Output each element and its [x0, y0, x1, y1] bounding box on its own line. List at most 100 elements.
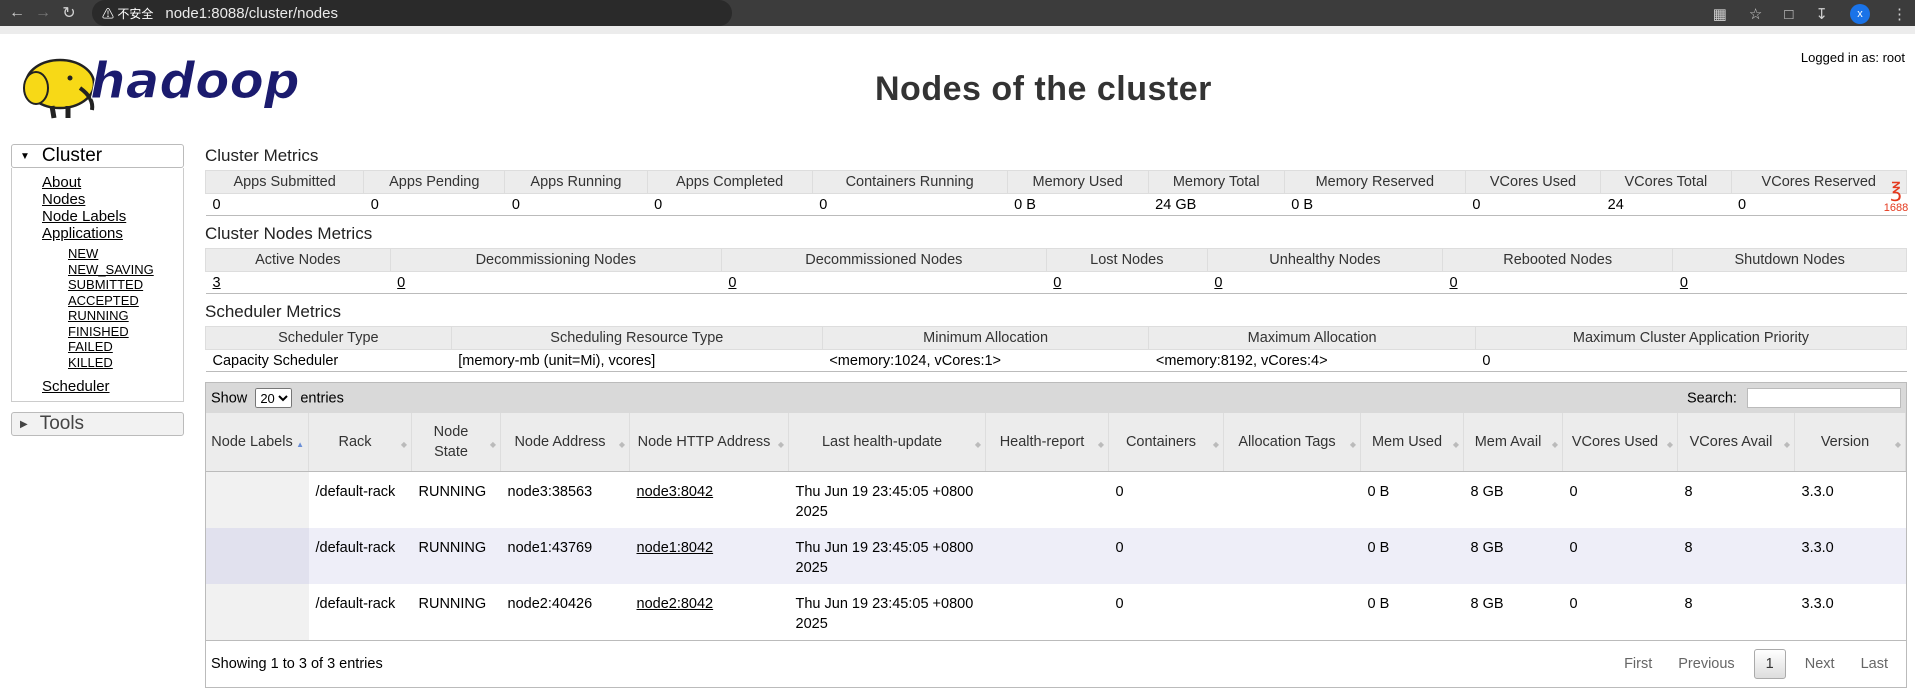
back-icon[interactable]: ← — [4, 4, 30, 22]
sort-icon: ◆ — [1551, 440, 1558, 449]
rebooted-nodes-link[interactable]: 0 — [1449, 275, 1457, 291]
scheduler-metrics-table: Scheduler Type Scheduling Resource Type … — [205, 326, 1908, 372]
tools-section-header[interactable]: ▶ Tools — [11, 412, 184, 436]
metric-value: 24 GB — [1148, 193, 1285, 216]
column-header-rack[interactable]: Rack ◆ — [308, 413, 412, 472]
pager-next[interactable]: Next — [1792, 650, 1848, 678]
pager-previous[interactable]: Previous — [1665, 650, 1747, 678]
sort-asc-icon: ▲ — [296, 440, 304, 449]
app-state-running[interactable]: RUNNING — [68, 308, 183, 324]
node-http-link[interactable]: node3:8042 — [637, 484, 714, 500]
sort-icon: ◆ — [1212, 440, 1219, 449]
lost-nodes-link[interactable]: 0 — [1053, 275, 1061, 291]
app-state-new-saving[interactable]: NEW_SAVING — [68, 262, 183, 278]
metric-header: Unhealthy Nodes — [1206, 248, 1443, 272]
app-state-accepted[interactable]: ACCEPTED — [68, 293, 183, 309]
column-header-node-address[interactable]: Node Address ◆ — [500, 413, 630, 472]
app-state-killed[interactable]: KILLED — [68, 355, 183, 371]
sort-icon: ◆ — [618, 440, 625, 449]
reload-icon[interactable]: ↻ — [56, 3, 82, 23]
column-header-vcores-avail[interactable]: VCores Avail ◆ — [1677, 413, 1795, 472]
cluster-section-header[interactable]: ▼ Cluster — [11, 144, 184, 168]
decommissioned-nodes-link[interactable]: 0 — [728, 275, 736, 291]
column-header-containers[interactable]: Containers ◆ — [1108, 413, 1224, 472]
triangle-down-icon: ▼ — [20, 150, 30, 162]
cluster-metrics-title: Cluster Metrics — [205, 146, 319, 165]
metric-header: Active Nodes — [205, 248, 391, 272]
nodes-datatable: Show 20 entries Search: Node Labels ▲ Rac… — [205, 382, 1907, 688]
column-header-allocation-tags[interactable]: Allocation Tags ◆ — [1223, 413, 1361, 472]
node-http-link[interactable]: node1:8042 — [637, 540, 714, 556]
logo-wordmark: hadoop — [90, 52, 300, 110]
column-header-node-state[interactable]: Node State ◆ — [411, 413, 501, 472]
pager-page-1[interactable]: 1 — [1753, 649, 1786, 679]
app-state-submitted[interactable]: SUBMITTED — [68, 277, 183, 293]
table-row: /default-rack RUNNING node1:43769 node1:… — [206, 528, 1906, 584]
column-header-node-http-address[interactable]: Node HTTP Address ◆ — [629, 413, 789, 472]
search-input[interactable] — [1747, 388, 1901, 408]
sort-icon: ◆ — [489, 440, 496, 449]
triangle-right-icon: ▶ — [20, 418, 28, 430]
hadoop-logo[interactable]: hadoop — [12, 48, 312, 120]
profile-avatar[interactable]: x — [1850, 4, 1870, 24]
page-size-select[interactable]: 20 — [255, 388, 293, 408]
metric-header: Scheduling Resource Type — [450, 326, 823, 350]
page-title: Nodes of the cluster — [875, 70, 1212, 108]
sidebar-link-applications[interactable]: Applications — [42, 225, 183, 242]
extensions-icon[interactable]: □ — [1784, 6, 1793, 23]
active-nodes-link[interactable]: 3 — [213, 275, 221, 291]
node-http-link[interactable]: node2:8042 — [637, 596, 714, 612]
metric-value: 0 B — [1007, 193, 1149, 216]
application-states: NEW NEW_SAVING SUBMITTED ACCEPTED RUNNIN… — [42, 246, 183, 370]
datatable-footer: Showing 1 to 3 of 3 entries First Previo… — [206, 640, 1906, 687]
column-header-vcores-used[interactable]: VCores Used ◆ — [1562, 413, 1678, 472]
metric-value: 0 — [504, 193, 648, 216]
metric-value: 0 — [1475, 349, 1907, 372]
metric-header: Lost Nodes — [1045, 248, 1208, 272]
metric-value: 24 — [1600, 193, 1732, 216]
column-header-last-health-update[interactable]: Last health-update ◆ — [788, 413, 986, 472]
sort-icon: ◆ — [1894, 440, 1901, 449]
sort-icon: ◆ — [777, 440, 784, 449]
app-state-failed[interactable]: FAILED — [68, 339, 183, 355]
metric-header: Apps Running — [504, 170, 648, 194]
forward-icon[interactable]: → — [30, 4, 56, 22]
unhealthy-nodes-link[interactable]: 0 — [1214, 275, 1222, 291]
bookmark-star-icon[interactable]: ☆ — [1749, 5, 1762, 23]
metric-header: Memory Reserved — [1283, 170, 1466, 194]
download-icon[interactable]: ↧ — [1815, 5, 1828, 23]
extension-1688-icon[interactable]: ℥ 1688 — [1881, 180, 1911, 216]
pager-last[interactable]: Last — [1848, 650, 1901, 678]
menu-kebab-icon[interactable]: ⋮ — [1892, 5, 1907, 23]
app-state-new[interactable]: NEW — [68, 246, 183, 262]
security-warning[interactable]: ⚠ 不安全 — [102, 5, 153, 22]
metric-header: Apps Pending — [363, 170, 506, 194]
metric-header: Shutdown Nodes — [1672, 248, 1907, 272]
metric-header: Maximum Cluster Application Priority — [1474, 326, 1908, 350]
metric-header: Decommissioned Nodes — [720, 248, 1047, 272]
decommissioning-nodes-link[interactable]: 0 — [397, 275, 405, 291]
column-header-health-report[interactable]: Health-report ◆ — [985, 413, 1109, 472]
shutdown-nodes-link[interactable]: 0 — [1680, 275, 1688, 291]
table-info: Showing 1 to 3 of 3 entries — [211, 656, 383, 672]
metric-value: 0 — [647, 193, 813, 216]
column-header-node-labels[interactable]: Node Labels ▲ — [206, 413, 309, 472]
table-row: /default-rack RUNNING node2:40426 node2:… — [206, 584, 1906, 640]
pager-first[interactable]: First — [1611, 650, 1665, 678]
sidebar-link-about[interactable]: About — [42, 174, 183, 191]
column-header-version[interactable]: Version ◆ — [1794, 413, 1906, 472]
app-state-finished[interactable]: FINISHED — [68, 324, 183, 340]
sidebar-link-scheduler[interactable]: Scheduler — [42, 378, 183, 395]
sidebar-link-node-labels[interactable]: Node Labels — [42, 208, 183, 225]
sort-icon: ◆ — [400, 440, 407, 449]
url-text[interactable]: node1:8088/cluster/nodes — [165, 5, 338, 22]
metric-value: [memory-mb (unit=Mi), vcores] — [451, 349, 823, 372]
metric-header: Apps Submitted — [204, 170, 365, 194]
sidebar-link-nodes[interactable]: Nodes — [42, 191, 183, 208]
address-bar[interactable]: ⚠ 不安全 node1:8088/cluster/nodes — [92, 0, 732, 26]
sort-icon: ◆ — [1349, 440, 1356, 449]
nodes-metrics-table: Active Nodes Decommissioning Nodes Decom… — [205, 248, 1907, 294]
translate-icon[interactable]: ▦ — [1713, 5, 1727, 23]
column-header-mem-used[interactable]: Mem Used ◆ — [1360, 413, 1464, 472]
column-header-mem-avail[interactable]: Mem Avail ◆ — [1463, 413, 1563, 472]
